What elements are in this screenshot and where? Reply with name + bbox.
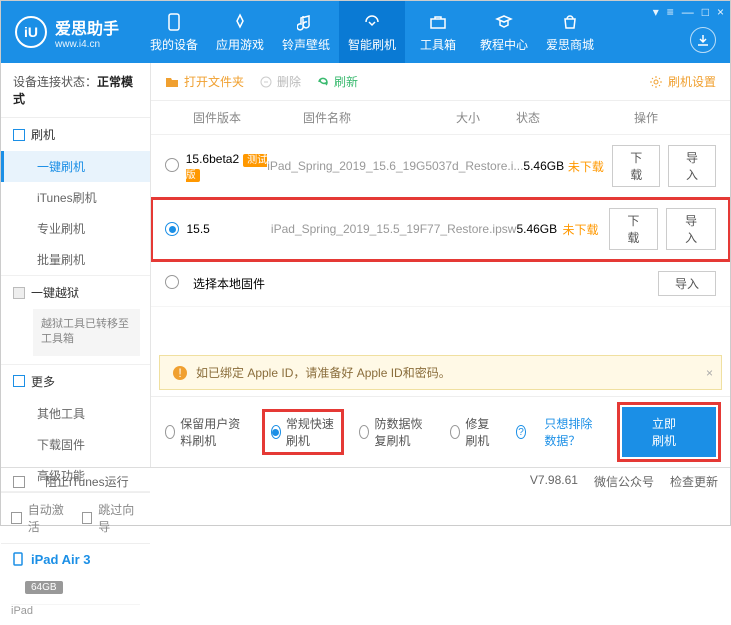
window-controls: ▾ ≡ — □ × <box>653 5 724 19</box>
help-icon[interactable]: ? <box>516 425 527 439</box>
device-panel[interactable]: iPad Air 3 64GB iPad <box>1 543 150 625</box>
sidebar: 设备连接状态：正常模式 刷机 一键刷机 iTunes刷机 专业刷机 批量刷机 一… <box>1 63 151 467</box>
flash-settings-button[interactable]: 刷机设置 <box>649 73 716 90</box>
import-button[interactable]: 导入 <box>668 145 716 187</box>
firmware-row-selected[interactable]: 15.5 iPad_Spring_2019_15.5_19F77_Restore… <box>151 198 730 261</box>
block-itunes-checkbox[interactable] <box>13 476 25 488</box>
open-folder-button[interactable]: 打开文件夹 <box>165 73 244 90</box>
nav-toolbox[interactable]: 工具箱 <box>405 1 471 63</box>
refresh-button[interactable]: 刷新 <box>317 73 358 90</box>
sidebar-group-more[interactable]: 更多 <box>1 365 150 398</box>
nav-tutorials[interactable]: 教程中心 <box>471 1 537 63</box>
nav-store[interactable]: 爱思商城 <box>537 1 603 63</box>
sidebar-item-itunes[interactable]: iTunes刷机 <box>1 182 150 213</box>
app-url: www.i4.cn <box>55 39 119 50</box>
mode-keep-data[interactable]: 保留用户资料刷机 <box>165 415 247 449</box>
sidebar-item-other[interactable]: 其他工具 <box>1 398 150 429</box>
skip-guide-checkbox[interactable] <box>82 512 93 524</box>
nav-ringtones[interactable]: 铃声壁纸 <box>273 1 339 63</box>
appleid-warning: ! 如已绑定 Apple ID，请准备好 Apple ID和密码。 × <box>159 355 722 390</box>
main-content: 打开文件夹 删除 刷新 刷机设置 固件版本 固件名称 大小 状态 操作 15.6… <box>151 63 730 467</box>
erase-data-link[interactable]: 只想排除数据？ <box>544 415 604 449</box>
app-header: iU 爱思助手 www.i4.cn 我的设备 应用游戏 铃声壁纸 智能刷机 工具… <box>1 1 730 63</box>
firmware-row-local[interactable]: 选择本地固件 导入 <box>151 261 730 307</box>
download-button[interactable]: 下载 <box>612 145 660 187</box>
square-icon <box>13 375 25 387</box>
import-button[interactable]: 导入 <box>666 208 716 250</box>
menu-icon[interactable]: ≡ <box>667 5 674 19</box>
minimize-icon[interactable]: — <box>682 5 694 19</box>
mode-repair[interactable]: 修复刷机 <box>450 415 498 449</box>
sidebar-item-download[interactable]: 下载固件 <box>1 429 150 460</box>
maximize-icon[interactable]: □ <box>702 5 709 19</box>
start-flash-button[interactable]: 立即刷机 <box>622 407 716 457</box>
sidebar-item-oneclick[interactable]: 一键刷机 <box>1 151 150 182</box>
radio-button[interactable] <box>165 222 179 236</box>
radio-button[interactable] <box>165 275 179 289</box>
skin-icon[interactable]: ▾ <box>653 5 659 19</box>
import-button[interactable]: 导入 <box>658 271 716 296</box>
radio-button[interactable] <box>165 158 179 172</box>
refresh-icon <box>317 76 329 88</box>
sidebar-group-flash[interactable]: 刷机 <box>1 118 150 151</box>
storage-badge: 64GB <box>25 581 63 594</box>
flash-mode-row: 保留用户资料刷机 常规快速刷机 防数据恢复刷机 修复刷机 ? 只想排除数据？ 立… <box>151 396 730 467</box>
nav-my-device[interactable]: 我的设备 <box>141 1 207 63</box>
auto-activate-row: 自动激活 跳过向导 <box>1 492 150 543</box>
mode-anti-recovery[interactable]: 防数据恢复刷机 <box>359 415 432 449</box>
main-nav: 我的设备 应用游戏 铃声壁纸 智能刷机 工具箱 教程中心 爱思商城 <box>141 1 603 63</box>
warning-icon: ! <box>172 365 188 381</box>
connection-status: 设备连接状态：正常模式 <box>1 63 150 118</box>
close-icon[interactable]: × <box>717 5 724 19</box>
square-icon <box>13 287 25 299</box>
wechat-link[interactable]: 微信公众号 <box>594 473 654 490</box>
download-button[interactable]: 下载 <box>609 208 659 250</box>
gear-icon <box>649 75 663 89</box>
app-name: 爱思助手 <box>55 15 119 39</box>
folder-icon <box>165 75 179 89</box>
device-icon <box>11 552 25 566</box>
square-icon <box>13 129 25 141</box>
toolbar: 打开文件夹 删除 刷新 刷机设置 <box>151 63 730 101</box>
sidebar-item-pro[interactable]: 专业刷机 <box>1 213 150 244</box>
check-update-link[interactable]: 检查更新 <box>670 473 718 490</box>
logo: iU 爱思助手 www.i4.cn <box>1 15 133 50</box>
svg-text:!: ! <box>178 366 181 380</box>
sidebar-item-batch[interactable]: 批量刷机 <box>1 244 150 275</box>
mode-normal[interactable]: 常规快速刷机 <box>265 412 342 452</box>
auto-activate-checkbox[interactable] <box>11 512 22 524</box>
migrate-notice: 越狱工具已转移至工具箱 <box>33 309 140 356</box>
firmware-row[interactable]: 15.6beta2测试版 iPad_Spring_2019_15.6_19G50… <box>151 135 730 198</box>
delete-button[interactable]: 删除 <box>260 73 301 90</box>
download-manager-icon[interactable] <box>690 27 716 53</box>
sidebar-group-jailbreak[interactable]: 一键越狱 <box>1 276 150 309</box>
nav-apps[interactable]: 应用游戏 <box>207 1 273 63</box>
logo-icon: iU <box>15 16 47 48</box>
version-label: V7.98.61 <box>530 473 578 490</box>
close-banner-icon[interactable]: × <box>706 366 713 380</box>
delete-icon <box>260 76 272 88</box>
nav-flash[interactable]: 智能刷机 <box>339 1 405 63</box>
table-header: 固件版本 固件名称 大小 状态 操作 <box>151 101 730 135</box>
